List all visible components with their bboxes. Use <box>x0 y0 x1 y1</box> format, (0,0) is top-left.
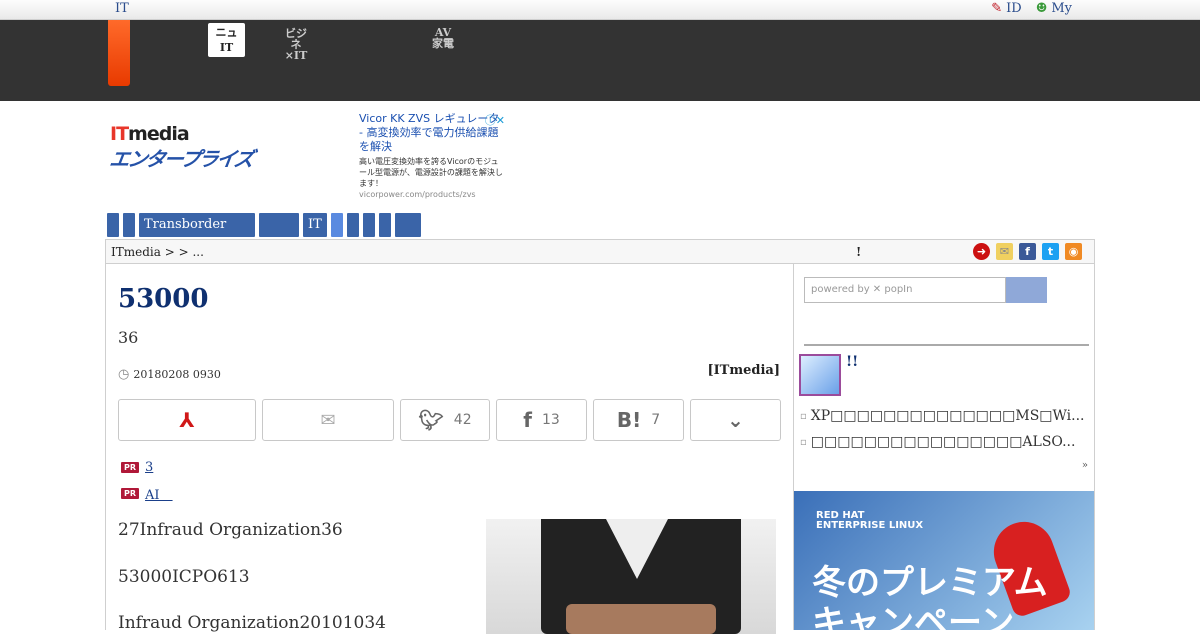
my-link[interactable]: ☻ My <box>1036 1 1072 16</box>
cat-item-7[interactable] <box>347 213 359 237</box>
tab-news-line1: ニュ <box>215 26 238 39</box>
pocket-icon: ⌄ <box>727 408 744 432</box>
tab-business[interactable]: ビジネ ×IT <box>283 28 309 61</box>
sidebar-link[interactable]: ▫ XP□□□□□□□□□□□□□□MS□Wi... <box>800 408 1084 424</box>
more-link[interactable]: » <box>1082 460 1088 471</box>
pr-link-1[interactable]: PR 3 <box>121 460 153 475</box>
facebook-share-button[interactable]: f 13 <box>496 399 587 441</box>
article-title: 53000 <box>118 284 209 314</box>
sidebar-link[interactable]: ▫ □□□□□□□□□□□□□□□□ALSO... <box>800 434 1075 450</box>
article-date-text: 20180208 0930 <box>133 368 221 381</box>
doc-icon: ▫ <box>800 410 807 422</box>
article-paragraph: 27Infraud Organization36 <box>118 520 343 540</box>
id-link-label: ID <box>1006 1 1022 16</box>
mail-icon[interactable]: ✉ <box>996 243 1013 260</box>
sidebar-divider <box>804 344 1089 346</box>
text-ad[interactable]: ⓘ✕ Vicor KK ZVS レギュレータ - 高変換効率で電力供給課題を解決… <box>359 112 505 199</box>
twitter-bird-icon: 🐦︎ <box>418 408 444 432</box>
clock-icon: ◷ <box>118 367 130 382</box>
ad-title[interactable]: Vicor KK ZVS レギュレータ - 高変換効率で電力供給課題を解決 <box>359 112 505 154</box>
doc-icon: ▫ <box>800 436 807 448</box>
pr-link-1-text[interactable]: 3 <box>145 460 153 475</box>
pr-link-2[interactable]: PR AI <box>121 484 173 503</box>
logo-enterprise: エンタープライズ <box>108 147 254 171</box>
sidebar: powered by ✕ popIn !! ▫ XP□□□□□□□□□□□□□□M… <box>794 264 1095 630</box>
ad-close-icon[interactable]: ⓘ✕ <box>485 112 505 128</box>
cat-item-8[interactable] <box>363 213 375 237</box>
cat-item-it[interactable]: IT <box>303 213 327 237</box>
hatena-button[interactable]: B! 7 <box>593 399 684 441</box>
site-logo[interactable]: ITmedia エンタープライズ <box>108 123 254 172</box>
search-input[interactable]: powered by ✕ popIn <box>804 277 1006 303</box>
article-date: ◷ 20180208 0930 <box>118 367 221 382</box>
ad-description: 高い電圧変換効率を誇るVicorのモジュール型電源が、電源設計の課題を解決します… <box>359 157 503 188</box>
breadcrumb-text[interactable]: ITmedia > > ... <box>111 245 204 259</box>
pr-badge: PR <box>121 462 140 473</box>
hatena-icon: B! <box>616 408 642 432</box>
search-button[interactable] <box>1006 277 1047 303</box>
cat-item-4[interactable] <box>259 213 299 237</box>
tab-news-line2: IT <box>219 41 234 54</box>
facebook-count: 13 <box>541 412 560 428</box>
utility-bar: IT ✎ ID ☻ My <box>0 0 1200 20</box>
hatena-count: 7 <box>651 412 661 428</box>
cat-item-transborder[interactable]: Transborder <box>139 213 255 237</box>
banner-ad[interactable]: RED HAT ENTERPRISE LINUX 冬のプレミアム キャンペーン <box>794 491 1094 630</box>
utility-links: ✎ ID ☻ My <box>991 1 1072 16</box>
tab-av-line2: 家電 <box>432 37 454 50</box>
sidebar-link-text[interactable]: □□□□□□□□□□□□□□□□ALSO... <box>811 434 1076 450</box>
logo-itmedia: ITmedia <box>110 123 190 145</box>
tweet-count: 42 <box>453 412 472 428</box>
pencil-icon: ✎ <box>991 1 1003 16</box>
tab-business-line1: ビジネ <box>285 27 307 51</box>
article-paragraph: Infraud Organization20101034 <box>118 613 386 633</box>
global-nav: ニュ IT ビジネ ×IT AV 家電 <box>0 20 1200 101</box>
cat-item-2[interactable] <box>123 213 135 237</box>
share-icons: ➜ ✉ f t ◉ <box>973 243 1082 260</box>
envelope-icon <box>799 354 841 396</box>
tab-av[interactable]: AV 家電 <box>432 27 454 49</box>
sidebar-link-text[interactable]: XP□□□□□□□□□□□□□□MS□Wi... <box>811 408 1085 424</box>
utility-left-link[interactable]: IT <box>115 1 129 16</box>
mail-plus-icon: ✉ <box>320 409 336 431</box>
twitter-icon[interactable]: t <box>1042 243 1059 260</box>
breadcrumb: ITmedia > > ... ! ➜ ✉ f t ◉ <box>105 239 1095 264</box>
tab-business-line2: ×IT <box>284 49 308 62</box>
cat-item-1[interactable] <box>107 213 119 237</box>
user-icon: ☻ <box>1035 1 1048 16</box>
rss-icon[interactable]: ◉ <box>1065 243 1082 260</box>
pdf-button[interactable]: ⅄ <box>118 399 256 441</box>
ad-url[interactable]: vicorpower.com/products/zvs <box>359 190 505 199</box>
id-link[interactable]: ✎ ID <box>991 1 1021 16</box>
tab-news[interactable]: ニュ IT <box>208 23 245 57</box>
mail-share-button[interactable]: ✉ <box>262 399 394 441</box>
banner-brand: RED HAT ENTERPRISE LINUX <box>816 511 923 531</box>
facebook-f-icon: f <box>523 408 532 432</box>
cat-item-10[interactable] <box>395 213 421 237</box>
pr-badge: PR <box>121 488 140 499</box>
cat-item-9[interactable] <box>379 213 391 237</box>
tweet-button[interactable]: 🐦︎ 42 <box>400 399 490 441</box>
breadcrumb-mark: ! <box>856 245 862 259</box>
category-nav: Transborder IT <box>107 213 421 237</box>
facebook-icon[interactable]: f <box>1019 243 1036 260</box>
banner-text: 冬のプレミアム キャンペーン <box>812 563 1048 630</box>
article-paragraph: 53000ICPO613 <box>118 567 250 587</box>
newsletter-title[interactable]: !! <box>846 354 858 370</box>
article-photo <box>486 519 776 634</box>
cat-item-6[interactable] <box>331 213 343 237</box>
pocket-button[interactable]: ⌄ <box>690 399 781 441</box>
article-main: 53000 36 ◷ 20180208 0930 [ITmedia] ⅄ ✉ 🐦︎… <box>105 264 794 634</box>
article-source: [ITmedia] <box>707 363 780 378</box>
my-link-label: My <box>1051 1 1072 16</box>
site-logo-tab[interactable] <box>108 20 130 86</box>
pr-link-2-text[interactable]: AI <box>145 484 173 503</box>
article-subtitle: 36 <box>118 328 139 347</box>
arrow-icon[interactable]: ➜ <box>973 243 990 260</box>
banner-brand-2: ENTERPRISE LINUX <box>816 520 924 531</box>
pdf-icon: ⅄ <box>179 408 195 432</box>
